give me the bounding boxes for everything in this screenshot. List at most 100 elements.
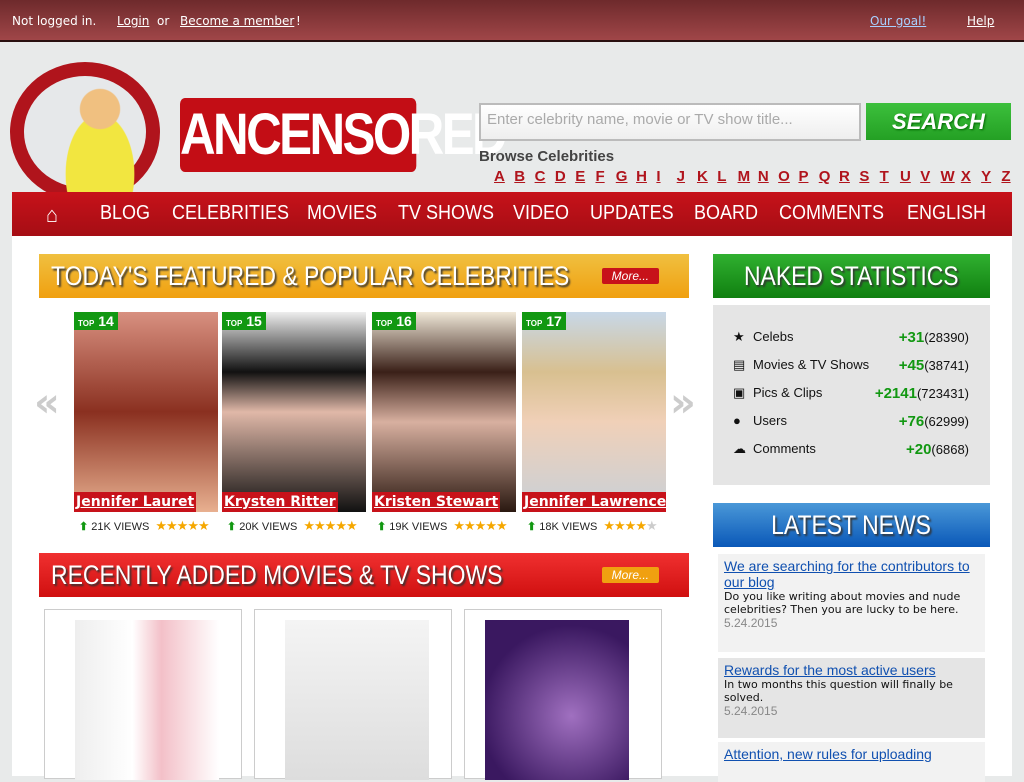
- letter-link-c[interactable]: C: [535, 168, 555, 185]
- trending-up-icon: ⬆: [377, 521, 390, 533]
- nav-item-tv-shows[interactable]: TV SHOWS: [398, 202, 494, 225]
- movie-poster[interactable]: [44, 609, 242, 780]
- letter-link-o[interactable]: O: [778, 168, 798, 185]
- stat-label: Pics & Clips: [753, 385, 823, 400]
- letter-link-x[interactable]: X: [961, 168, 981, 185]
- recent-header: RECENTLY ADDED MOVIES & TV SHOWS More...: [39, 553, 689, 597]
- rating-stars: ★★★★★: [603, 518, 657, 533]
- login-link[interactable]: Login: [117, 14, 149, 28]
- letter-link-t[interactable]: T: [880, 168, 900, 185]
- stat-value: +20(6868): [906, 441, 969, 458]
- logo-mascot-icon: [40, 70, 160, 200]
- news-item: We are searching for the contributors to…: [718, 554, 985, 652]
- stat-value: +45(38741): [899, 357, 969, 374]
- stat-label: Movies & TV Shows: [753, 357, 870, 372]
- letter-link-r[interactable]: R: [839, 168, 859, 185]
- letter-link-a[interactable]: A: [494, 168, 514, 185]
- or-text: or: [157, 14, 170, 28]
- stat-total: (6868): [931, 442, 969, 457]
- nav-item-celebrities[interactable]: CELEBRITIES: [172, 202, 289, 225]
- nav-item-english[interactable]: ENGLISH: [907, 202, 986, 225]
- top-bar: Not logged in. Login or Become a member …: [0, 0, 1024, 42]
- nav-item-comments[interactable]: COMMENTS: [779, 202, 884, 225]
- search-button[interactable]: SEARCH: [866, 103, 1011, 140]
- letter-link-u[interactable]: U: [900, 168, 920, 185]
- carousel-next-icon[interactable]: »: [670, 380, 696, 426]
- rank-number: 14: [98, 313, 114, 329]
- celebrity-photo[interactable]: [222, 312, 366, 512]
- letter-link-l[interactable]: L: [717, 168, 737, 185]
- movie-poster[interactable]: [254, 609, 452, 780]
- stat-total: (28390): [924, 330, 969, 345]
- letter-link-q[interactable]: Q: [819, 168, 839, 185]
- comments-icon: ☁: [733, 441, 746, 456]
- letter-link-n[interactable]: N: [758, 168, 778, 185]
- views-count: 19K VIEWS: [389, 521, 448, 533]
- letter-link-v[interactable]: V: [920, 168, 940, 185]
- trending-up-icon: ⬆: [227, 521, 240, 533]
- rank-badge: TOP 17: [522, 312, 566, 330]
- picture-icon: ▣: [733, 385, 746, 400]
- letter-link-y[interactable]: Y: [981, 168, 1001, 185]
- celebrity-card[interactable]: TOP 16 Kristen Stewart: [372, 312, 516, 512]
- letter-link-e[interactable]: E: [575, 168, 595, 185]
- news-item: Attention, new rules for uploading: [718, 742, 985, 782]
- stat-delta: +45: [898, 357, 925, 374]
- letter-link-i[interactable]: I: [656, 168, 676, 185]
- letter-link-j[interactable]: J: [677, 168, 697, 185]
- help-link[interactable]: Help: [967, 14, 994, 28]
- search-input[interactable]: Enter celebrity name, movie or TV show t…: [479, 103, 861, 141]
- news-title-link[interactable]: Rewards for the most active users: [724, 662, 979, 678]
- celebrity-name-link[interactable]: Kristen Stewart: [372, 492, 501, 512]
- movie-poster[interactable]: [464, 609, 662, 780]
- logo-text: ANCENSORED: [180, 98, 508, 172]
- letter-link-m[interactable]: M: [738, 168, 758, 185]
- letter-link-f[interactable]: F: [595, 168, 615, 185]
- stat-row: ☁ Comments +20(6868): [733, 441, 969, 458]
- celebrity-card[interactable]: TOP 17 Jennifer Lawrence: [522, 312, 666, 512]
- letter-link-h[interactable]: H: [636, 168, 656, 185]
- stat-delta: +76: [898, 413, 925, 430]
- letter-link-g[interactable]: G: [616, 168, 636, 185]
- nav-item-updates[interactable]: UPDATES: [590, 202, 674, 225]
- celebrity-photo[interactable]: [522, 312, 666, 512]
- site-logo[interactable]: ANCENSORED: [10, 60, 508, 202]
- stat-value: +2141(723431): [875, 385, 969, 402]
- letter-link-d[interactable]: D: [555, 168, 575, 185]
- celebrity-name-link[interactable]: Jennifer Lawrence: [522, 492, 666, 512]
- letter-link-b[interactable]: B: [514, 168, 534, 185]
- celebrity-views: ⬆ 20K VIEWS ★★★★★: [227, 518, 358, 534]
- letter-link-s[interactable]: S: [859, 168, 879, 185]
- carousel-prev-icon[interactable]: «: [34, 380, 60, 426]
- become-member-link[interactable]: Become a member: [180, 14, 294, 28]
- celebrity-views: ⬆ 21K VIEWS ★★★★★: [79, 518, 210, 534]
- our-goal-link[interactable]: Our goal!: [870, 14, 926, 28]
- recent-title: RECENTLY ADDED MOVIES & TV SHOWS: [51, 560, 503, 590]
- celebrity-name-link[interactable]: Krysten Ritter: [222, 492, 338, 512]
- stats-panel: ★ Celebs +31(28390) ▤ Movies & TV Shows +45(3…: [713, 305, 990, 485]
- celebrity-photo[interactable]: [74, 312, 218, 512]
- letter-link-p[interactable]: P: [798, 168, 818, 185]
- stat-label: Celebs: [753, 329, 794, 344]
- nav-item-blog[interactable]: BLOG: [100, 202, 150, 225]
- letter-link-w[interactable]: W: [941, 168, 961, 185]
- news-title-link[interactable]: We are searching for the contributors to…: [724, 558, 979, 590]
- recent-more-button[interactable]: More...: [601, 567, 659, 583]
- stat-row: ● Users +76(62999): [733, 413, 969, 430]
- celebrity-card[interactable]: TOP 14 Jennifer Lauret: [74, 312, 218, 512]
- news-title-link[interactable]: Attention, new rules for uploading: [724, 746, 979, 762]
- nav-item-movies[interactable]: MOVIES: [307, 202, 377, 225]
- featured-more-button[interactable]: More...: [601, 268, 659, 284]
- stat-row: ▣ Pics & Clips +2141(723431): [733, 385, 969, 402]
- letter-link-z[interactable]: Z: [1001, 168, 1021, 185]
- nav-item-video[interactable]: VIDEO: [513, 202, 569, 225]
- celebrity-name-link[interactable]: Jennifer Lauret: [74, 492, 197, 512]
- browse-celebrities-label: Browse Celebrities: [479, 148, 615, 165]
- letter-link-k[interactable]: K: [697, 168, 717, 185]
- celebrity-card[interactable]: TOP 15 Krysten Ritter: [222, 312, 366, 512]
- exclamation: !: [296, 14, 301, 28]
- home-icon[interactable]: ⌂: [46, 202, 58, 228]
- nav-item-board[interactable]: BOARD: [694, 202, 758, 225]
- news-title: LATEST NEWS: [771, 510, 932, 540]
- celebrity-photo[interactable]: [372, 312, 516, 512]
